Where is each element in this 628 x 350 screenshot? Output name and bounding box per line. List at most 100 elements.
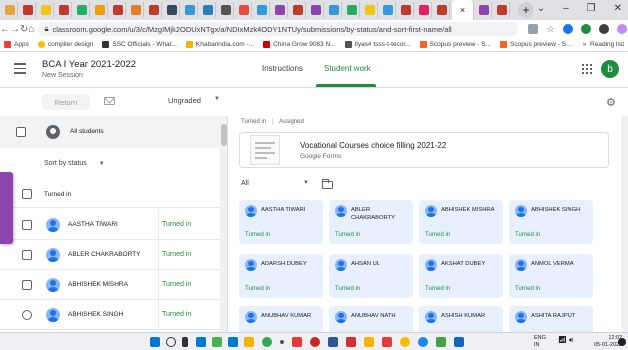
student-checkbox[interactable] bbox=[22, 280, 32, 290]
floating-purple-tab[interactable] bbox=[0, 172, 13, 244]
student-card[interactable]: ABHISHEK MISHRA Turned in bbox=[419, 200, 503, 244]
home-icon[interactable]: ⌂ bbox=[28, 24, 34, 35]
browser-tab[interactable] bbox=[146, 2, 162, 18]
section-checkbox[interactable] bbox=[22, 189, 32, 199]
student-card[interactable]: ANUBHAV NATH bbox=[329, 306, 413, 332]
wifi-sound-battery-icon[interactable]: 📶︎ 🔊︎ bbox=[558, 336, 582, 346]
url-input[interactable]: 🔒︎ classroom.google.com/u/3/c/MzgIMjk2OD… bbox=[38, 22, 519, 36]
filter-select[interactable]: All ▼ bbox=[241, 180, 309, 187]
app-icon[interactable] bbox=[382, 337, 392, 347]
extension-icon[interactable] bbox=[562, 24, 573, 34]
forward-icon[interactable]: → bbox=[10, 24, 20, 35]
student-row[interactable]: AASTHA TIWARI Turned in bbox=[0, 210, 220, 240]
windows-start-icon[interactable] bbox=[150, 337, 160, 347]
browser-tab[interactable] bbox=[128, 2, 144, 18]
notes-icon[interactable] bbox=[364, 337, 374, 347]
google-apps-icon[interactable] bbox=[582, 64, 592, 74]
student-checkbox-cursor-icon[interactable] bbox=[22, 310, 32, 320]
browser-tab[interactable] bbox=[56, 2, 72, 18]
edge-icon[interactable] bbox=[228, 337, 238, 347]
reading-list[interactable]: » Reading list bbox=[583, 41, 624, 48]
student-card[interactable]: AASTHA TIWARI Turned in bbox=[239, 200, 323, 244]
class-title[interactable]: BCA I Year 2021-2022 bbox=[42, 59, 136, 70]
search-icon[interactable] bbox=[166, 337, 176, 347]
settings-icon[interactable]: ⚙ bbox=[606, 96, 616, 109]
bookmark-apps[interactable]: Apps bbox=[4, 41, 29, 48]
chrome-icon[interactable] bbox=[262, 337, 272, 347]
notification-icon[interactable] bbox=[618, 338, 626, 346]
app-icon[interactable] bbox=[418, 337, 428, 347]
student-card[interactable]: ANUBHAV KUMAR bbox=[239, 306, 323, 332]
browser-tab[interactable] bbox=[74, 2, 90, 18]
browser-tab[interactable] bbox=[38, 2, 54, 18]
student-row[interactable]: ABHISHEK SINGH Turned in bbox=[0, 300, 220, 330]
browser-tab[interactable] bbox=[20, 2, 36, 18]
new-tab-button[interactable]: + bbox=[518, 2, 534, 18]
browser-tab[interactable] bbox=[362, 2, 378, 18]
tab-instructions[interactable]: Instructions bbox=[262, 64, 303, 73]
star-icon[interactable]: ☆ bbox=[546, 24, 554, 35]
all-students-row[interactable]: All students bbox=[0, 116, 220, 148]
word-icon[interactable] bbox=[328, 337, 338, 347]
bookmark-item[interactable]: China Grow 9083 N... bbox=[263, 41, 336, 48]
browser-tab[interactable] bbox=[434, 2, 450, 18]
student-card[interactable]: AKSHAT DUBEY Turned in bbox=[419, 254, 503, 298]
profile-icon[interactable] bbox=[616, 24, 627, 34]
menu-icon[interactable] bbox=[14, 63, 26, 77]
pdf-icon[interactable] bbox=[346, 337, 356, 347]
return-button[interactable]: Return bbox=[42, 94, 90, 110]
student-card[interactable]: ABLER CHAKRABORTY Turned in bbox=[329, 200, 413, 244]
browser-tab[interactable] bbox=[290, 2, 306, 18]
student-row[interactable]: ABLER CHAKRABORTY Turned in bbox=[0, 240, 220, 270]
puzzle-icon[interactable] bbox=[598, 24, 609, 34]
email-icon[interactable] bbox=[104, 97, 115, 105]
explorer-icon[interactable] bbox=[244, 337, 254, 347]
bookmark-item[interactable]: Khabarindia.com -... bbox=[185, 41, 254, 48]
excel-icon[interactable] bbox=[436, 337, 446, 347]
sort-select[interactable]: Sort by status ▼ bbox=[44, 160, 105, 167]
bookmark-item[interactable]: Scopus preview - S... bbox=[500, 41, 571, 48]
browser-tab[interactable] bbox=[182, 2, 198, 18]
chevron-down-icon[interactable]: ⌄ bbox=[537, 3, 545, 14]
browser-tab[interactable] bbox=[494, 2, 510, 18]
browser-tab-active[interactable]: × bbox=[452, 0, 474, 20]
bookmark-item[interactable]: Ilyas# tsss-t-tecor... bbox=[344, 41, 411, 48]
maximize-icon[interactable]: ❐ bbox=[587, 3, 596, 14]
browser-tab[interactable] bbox=[110, 2, 126, 18]
student-card[interactable]: ASHISH KUMAR bbox=[419, 306, 503, 332]
browser-tab[interactable] bbox=[416, 2, 432, 18]
extension-icon[interactable] bbox=[580, 24, 591, 34]
student-checkbox[interactable] bbox=[22, 220, 32, 230]
task-view-icon[interactable] bbox=[182, 337, 188, 347]
student-card[interactable]: AHSAN UL Turned in bbox=[329, 254, 413, 298]
browser-tab[interactable] bbox=[308, 2, 324, 18]
student-card[interactable]: ASHITA RAJPUT bbox=[509, 306, 593, 332]
account-avatar[interactable]: b bbox=[601, 60, 619, 78]
share-icon[interactable] bbox=[528, 24, 539, 34]
browser-tab[interactable] bbox=[92, 2, 108, 18]
student-row[interactable]: ABHISHEK MISHRA Turned in bbox=[0, 270, 220, 300]
browser-tab[interactable] bbox=[476, 2, 492, 18]
bookmark-item[interactable]: compiler design bbox=[37, 41, 93, 48]
browser-tab[interactable] bbox=[272, 2, 288, 18]
browser-tab[interactable] bbox=[326, 2, 342, 18]
browser-tab[interactable] bbox=[200, 2, 216, 18]
browser-tab[interactable] bbox=[380, 2, 396, 18]
reload-icon[interactable]: ↻ bbox=[20, 24, 28, 35]
widgets-icon[interactable] bbox=[196, 337, 206, 347]
browser-tab[interactable] bbox=[164, 2, 180, 18]
bookmark-item[interactable]: Scopus preview - S... bbox=[419, 41, 491, 48]
submissions-scrollbar[interactable] bbox=[621, 116, 628, 332]
browser-tab[interactable] bbox=[344, 2, 360, 18]
browser-tab[interactable] bbox=[398, 2, 414, 18]
app-icon[interactable] bbox=[454, 337, 464, 347]
student-list-scrollbar[interactable] bbox=[220, 116, 227, 332]
app-dot-icon[interactable] bbox=[280, 340, 284, 344]
tab-student-work[interactable]: Student work bbox=[324, 64, 371, 73]
system-tray[interactable]: ENG IN bbox=[534, 335, 546, 349]
browser-tab[interactable] bbox=[2, 2, 18, 18]
browser-tab[interactable] bbox=[254, 2, 270, 18]
folder-icon[interactable] bbox=[322, 179, 333, 189]
assignment-card[interactable]: Vocational Courses choice filling 2021-2… bbox=[239, 132, 609, 168]
record-icon[interactable] bbox=[310, 337, 320, 347]
